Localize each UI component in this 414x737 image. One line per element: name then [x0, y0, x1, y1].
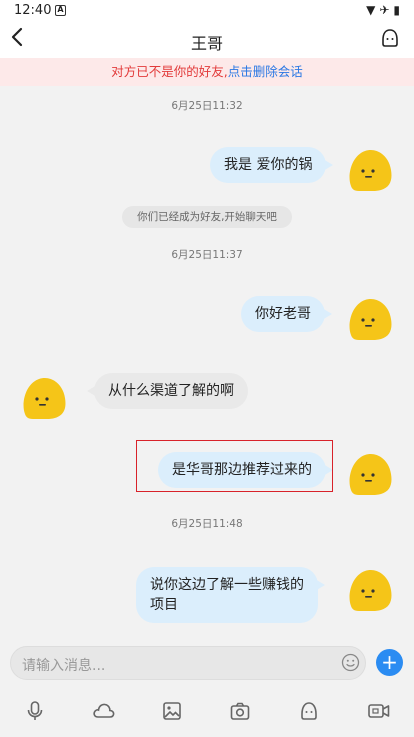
contact-avatar[interactable]: [19, 374, 67, 420]
timestamp: 6月25日11:32: [171, 100, 243, 112]
message-bubble-out[interactable]: 我是 爱你的锅: [210, 147, 334, 183]
message-text: 从什么渠道了解的啊: [108, 383, 234, 399]
bottom-toolbar: [0, 686, 414, 737]
image-icon[interactable]: [161, 700, 183, 722]
cloud-icon[interactable]: [92, 700, 116, 722]
profile-icon[interactable]: [380, 28, 400, 48]
highlight-box: [136, 440, 333, 492]
timestamp: 6月25日11:48: [171, 518, 243, 530]
notification-icon: A: [55, 5, 66, 16]
airplane-icon: ✈: [379, 3, 394, 17]
message-bubble-out[interactable]: 你好老哥: [241, 296, 332, 332]
my-avatar[interactable]: [345, 146, 393, 192]
video-icon[interactable]: [367, 700, 391, 722]
my-avatar[interactable]: [345, 450, 393, 496]
not-friend-notice: 对方已不是你的好友,点击删除会话: [0, 58, 414, 86]
system-message: 你们已经成为好友,开始聊天吧: [122, 206, 292, 228]
emoji-icon[interactable]: [298, 700, 320, 722]
message-text: 我是 爱你的锅: [224, 157, 313, 173]
status-icons: ▼✈▮: [366, 3, 404, 17]
my-avatar[interactable]: [345, 566, 393, 612]
microphone-icon[interactable]: [24, 700, 46, 722]
timestamp: 6月25日11:37: [171, 249, 243, 261]
message-text-line: 项目: [150, 597, 178, 613]
emoji-icon[interactable]: [341, 653, 360, 672]
camera-icon[interactable]: [229, 700, 251, 722]
delete-conversation-link[interactable]: 点击删除会话: [228, 64, 303, 79]
status-time: 12:40: [14, 3, 52, 18]
battery-icon: ▮: [393, 3, 404, 17]
message-bubble-out[interactable]: 说你这边了解一些赚钱的 项目: [136, 567, 325, 623]
message-input-placeholder: 请输入消息...: [22, 658, 106, 674]
wifi-icon: ▼: [366, 3, 380, 17]
my-avatar[interactable]: [345, 295, 393, 341]
message-text: 你好老哥: [255, 306, 311, 322]
chat-title: 王哥: [190, 34, 223, 53]
message-text-line: 说你这边了解一些赚钱的: [150, 577, 304, 593]
add-button[interactable]: +: [376, 649, 403, 676]
notice-text: 对方已不是你的好友,: [111, 64, 228, 79]
message-bubble-in[interactable]: 从什么渠道了解的啊: [87, 373, 248, 409]
